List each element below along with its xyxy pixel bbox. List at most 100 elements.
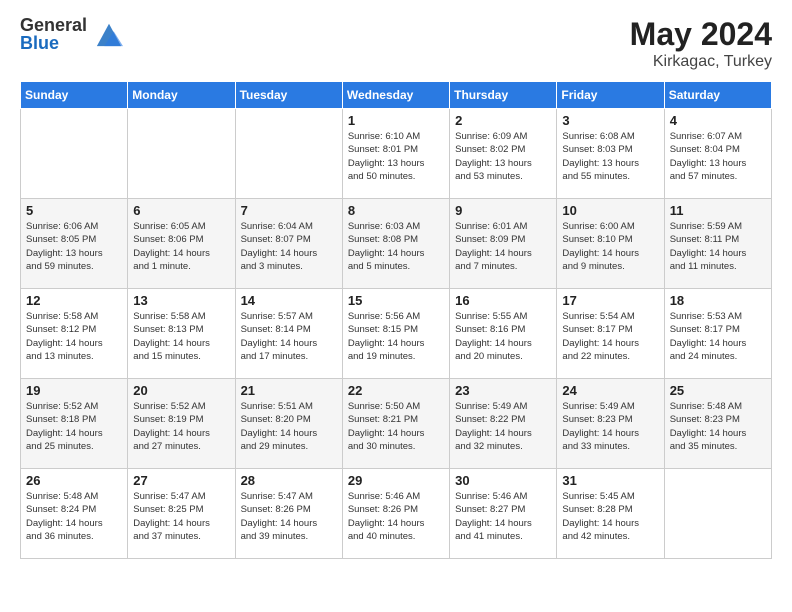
day-info: Sunrise: 5:55 AM Sunset: 8:16 PM Dayligh… [455, 310, 551, 363]
calendar-week-4: 19 Sunrise: 5:52 AM Sunset: 8:18 PM Dayli… [21, 379, 772, 469]
day-info: Sunrise: 6:05 AM Sunset: 8:06 PM Dayligh… [133, 220, 229, 273]
day-number: 22 [348, 383, 444, 398]
calendar-cell: 14 Sunrise: 5:57 AM Sunset: 8:14 PM Dayli… [235, 289, 342, 379]
day-info: Sunrise: 5:47 AM Sunset: 8:25 PM Dayligh… [133, 490, 229, 543]
calendar-cell: 4 Sunrise: 6:07 AM Sunset: 8:04 PM Daylig… [664, 109, 771, 199]
day-info: Sunrise: 5:46 AM Sunset: 8:26 PM Dayligh… [348, 490, 444, 543]
calendar-cell: 27 Sunrise: 5:47 AM Sunset: 8:25 PM Dayli… [128, 469, 235, 559]
calendar-header-row: SundayMondayTuesdayWednesdayThursdayFrid… [21, 82, 772, 109]
title-location: Kirkagac, Turkey [630, 53, 772, 71]
calendar-cell: 24 Sunrise: 5:49 AM Sunset: 8:23 PM Dayli… [557, 379, 664, 469]
day-info: Sunrise: 5:52 AM Sunset: 8:19 PM Dayligh… [133, 400, 229, 453]
calendar-cell: 16 Sunrise: 5:55 AM Sunset: 8:16 PM Dayli… [450, 289, 557, 379]
calendar-header-wednesday: Wednesday [342, 82, 449, 109]
day-number: 17 [562, 293, 658, 308]
calendar-cell: 9Sunrise: 6:01 AM Sunset: 8:09 PM Daylig… [450, 199, 557, 289]
day-number: 19 [26, 383, 122, 398]
calendar-cell: 17 Sunrise: 5:54 AM Sunset: 8:17 PM Dayli… [557, 289, 664, 379]
day-number: 24 [562, 383, 658, 398]
day-number: 10 [562, 203, 658, 218]
day-number: 7 [241, 203, 337, 218]
calendar-cell: 12Sunrise: 5:58 AM Sunset: 8:12 PM Dayli… [21, 289, 128, 379]
day-info: Sunrise: 6:00 AM Sunset: 8:10 PM Dayligh… [562, 220, 658, 273]
day-info: Sunrise: 5:49 AM Sunset: 8:22 PM Dayligh… [455, 400, 551, 453]
calendar-cell: 20 Sunrise: 5:52 AM Sunset: 8:19 PM Dayli… [128, 379, 235, 469]
day-info: Sunrise: 5:58 AM Sunset: 8:12 PM Dayligh… [26, 310, 122, 363]
calendar-header-saturday: Saturday [664, 82, 771, 109]
calendar: SundayMondayTuesdayWednesdayThursdayFrid… [20, 81, 772, 559]
calendar-cell: 3 Sunrise: 6:08 AM Sunset: 8:03 PM Daylig… [557, 109, 664, 199]
calendar-cell: 11Sunrise: 5:59 AM Sunset: 8:11 PM Dayli… [664, 199, 771, 289]
calendar-header-friday: Friday [557, 82, 664, 109]
calendar-cell: 10 Sunrise: 6:00 AM Sunset: 8:10 PM Dayli… [557, 199, 664, 289]
day-number: 8 [348, 203, 444, 218]
day-info: Sunrise: 5:46 AM Sunset: 8:27 PM Dayligh… [455, 490, 551, 543]
calendar-cell: 19 Sunrise: 5:52 AM Sunset: 8:18 PM Dayli… [21, 379, 128, 469]
calendar-header-tuesday: Tuesday [235, 82, 342, 109]
day-number: 26 [26, 473, 122, 488]
calendar-cell: 6 Sunrise: 6:05 AM Sunset: 8:06 PM Daylig… [128, 199, 235, 289]
calendar-cell [21, 109, 128, 199]
day-info: Sunrise: 6:07 AM Sunset: 8:04 PM Dayligh… [670, 130, 766, 183]
day-info: Sunrise: 5:52 AM Sunset: 8:18 PM Dayligh… [26, 400, 122, 453]
calendar-cell: 15 Sunrise: 5:56 AM Sunset: 8:15 PM Dayli… [342, 289, 449, 379]
day-info: Sunrise: 5:57 AM Sunset: 8:14 PM Dayligh… [241, 310, 337, 363]
day-number: 3 [562, 113, 658, 128]
day-number: 14 [241, 293, 337, 308]
day-number: 18 [670, 293, 766, 308]
day-number: 31 [562, 473, 658, 488]
day-number: 16 [455, 293, 551, 308]
calendar-cell: 2 Sunrise: 6:09 AM Sunset: 8:02 PM Daylig… [450, 109, 557, 199]
day-info: Sunrise: 5:49 AM Sunset: 8:23 PM Dayligh… [562, 400, 658, 453]
calendar-cell: 26 Sunrise: 5:48 AM Sunset: 8:24 PM Dayli… [21, 469, 128, 559]
calendar-cell: 28 Sunrise: 5:47 AM Sunset: 8:26 PM Dayli… [235, 469, 342, 559]
calendar-cell: 23Sunrise: 5:49 AM Sunset: 8:22 PM Dayli… [450, 379, 557, 469]
day-info: Sunrise: 5:56 AM Sunset: 8:15 PM Dayligh… [348, 310, 444, 363]
day-number: 13 [133, 293, 229, 308]
calendar-cell [235, 109, 342, 199]
day-info: Sunrise: 6:10 AM Sunset: 8:01 PM Dayligh… [348, 130, 444, 183]
day-info: Sunrise: 6:09 AM Sunset: 8:02 PM Dayligh… [455, 130, 551, 183]
calendar-cell: 22Sunrise: 5:50 AM Sunset: 8:21 PM Dayli… [342, 379, 449, 469]
calendar-cell: 18Sunrise: 5:53 AM Sunset: 8:17 PM Dayli… [664, 289, 771, 379]
calendar-cell: 31Sunrise: 5:45 AM Sunset: 8:28 PM Dayli… [557, 469, 664, 559]
day-number: 4 [670, 113, 766, 128]
title-block: May 2024 Kirkagac, Turkey [630, 16, 772, 71]
day-info: Sunrise: 6:06 AM Sunset: 8:05 PM Dayligh… [26, 220, 122, 273]
logo-general: General [20, 16, 87, 34]
calendar-week-1: 1Sunrise: 6:10 AM Sunset: 8:01 PM Daylig… [21, 109, 772, 199]
day-number: 30 [455, 473, 551, 488]
page: General Blue May 2024 Kirkagac, Turkey S… [0, 0, 792, 612]
day-number: 21 [241, 383, 337, 398]
day-info: Sunrise: 5:54 AM Sunset: 8:17 PM Dayligh… [562, 310, 658, 363]
calendar-cell: 7Sunrise: 6:04 AM Sunset: 8:07 PM Daylig… [235, 199, 342, 289]
day-number: 2 [455, 113, 551, 128]
day-number: 9 [455, 203, 551, 218]
calendar-header-thursday: Thursday [450, 82, 557, 109]
logo: General Blue [20, 16, 123, 52]
day-info: Sunrise: 5:58 AM Sunset: 8:13 PM Dayligh… [133, 310, 229, 363]
title-month: May 2024 [630, 16, 772, 53]
logo-blue: Blue [20, 34, 87, 52]
day-info: Sunrise: 5:48 AM Sunset: 8:24 PM Dayligh… [26, 490, 122, 543]
day-number: 20 [133, 383, 229, 398]
calendar-cell: 13 Sunrise: 5:58 AM Sunset: 8:13 PM Dayli… [128, 289, 235, 379]
day-number: 15 [348, 293, 444, 308]
logo-icon [95, 20, 123, 48]
day-info: Sunrise: 5:47 AM Sunset: 8:26 PM Dayligh… [241, 490, 337, 543]
day-number: 28 [241, 473, 337, 488]
calendar-week-5: 26 Sunrise: 5:48 AM Sunset: 8:24 PM Dayli… [21, 469, 772, 559]
day-info: Sunrise: 6:08 AM Sunset: 8:03 PM Dayligh… [562, 130, 658, 183]
day-number: 25 [670, 383, 766, 398]
day-info: Sunrise: 5:48 AM Sunset: 8:23 PM Dayligh… [670, 400, 766, 453]
day-number: 6 [133, 203, 229, 218]
day-number: 27 [133, 473, 229, 488]
day-info: Sunrise: 5:51 AM Sunset: 8:20 PM Dayligh… [241, 400, 337, 453]
day-number: 29 [348, 473, 444, 488]
calendar-cell: 1Sunrise: 6:10 AM Sunset: 8:01 PM Daylig… [342, 109, 449, 199]
calendar-cell: 25 Sunrise: 5:48 AM Sunset: 8:23 PM Dayli… [664, 379, 771, 469]
calendar-cell: 8Sunrise: 6:03 AM Sunset: 8:08 PM Daylig… [342, 199, 449, 289]
calendar-week-3: 12Sunrise: 5:58 AM Sunset: 8:12 PM Dayli… [21, 289, 772, 379]
calendar-week-2: 5Sunrise: 6:06 AM Sunset: 8:05 PM Daylig… [21, 199, 772, 289]
day-info: Sunrise: 5:59 AM Sunset: 8:11 PM Dayligh… [670, 220, 766, 273]
